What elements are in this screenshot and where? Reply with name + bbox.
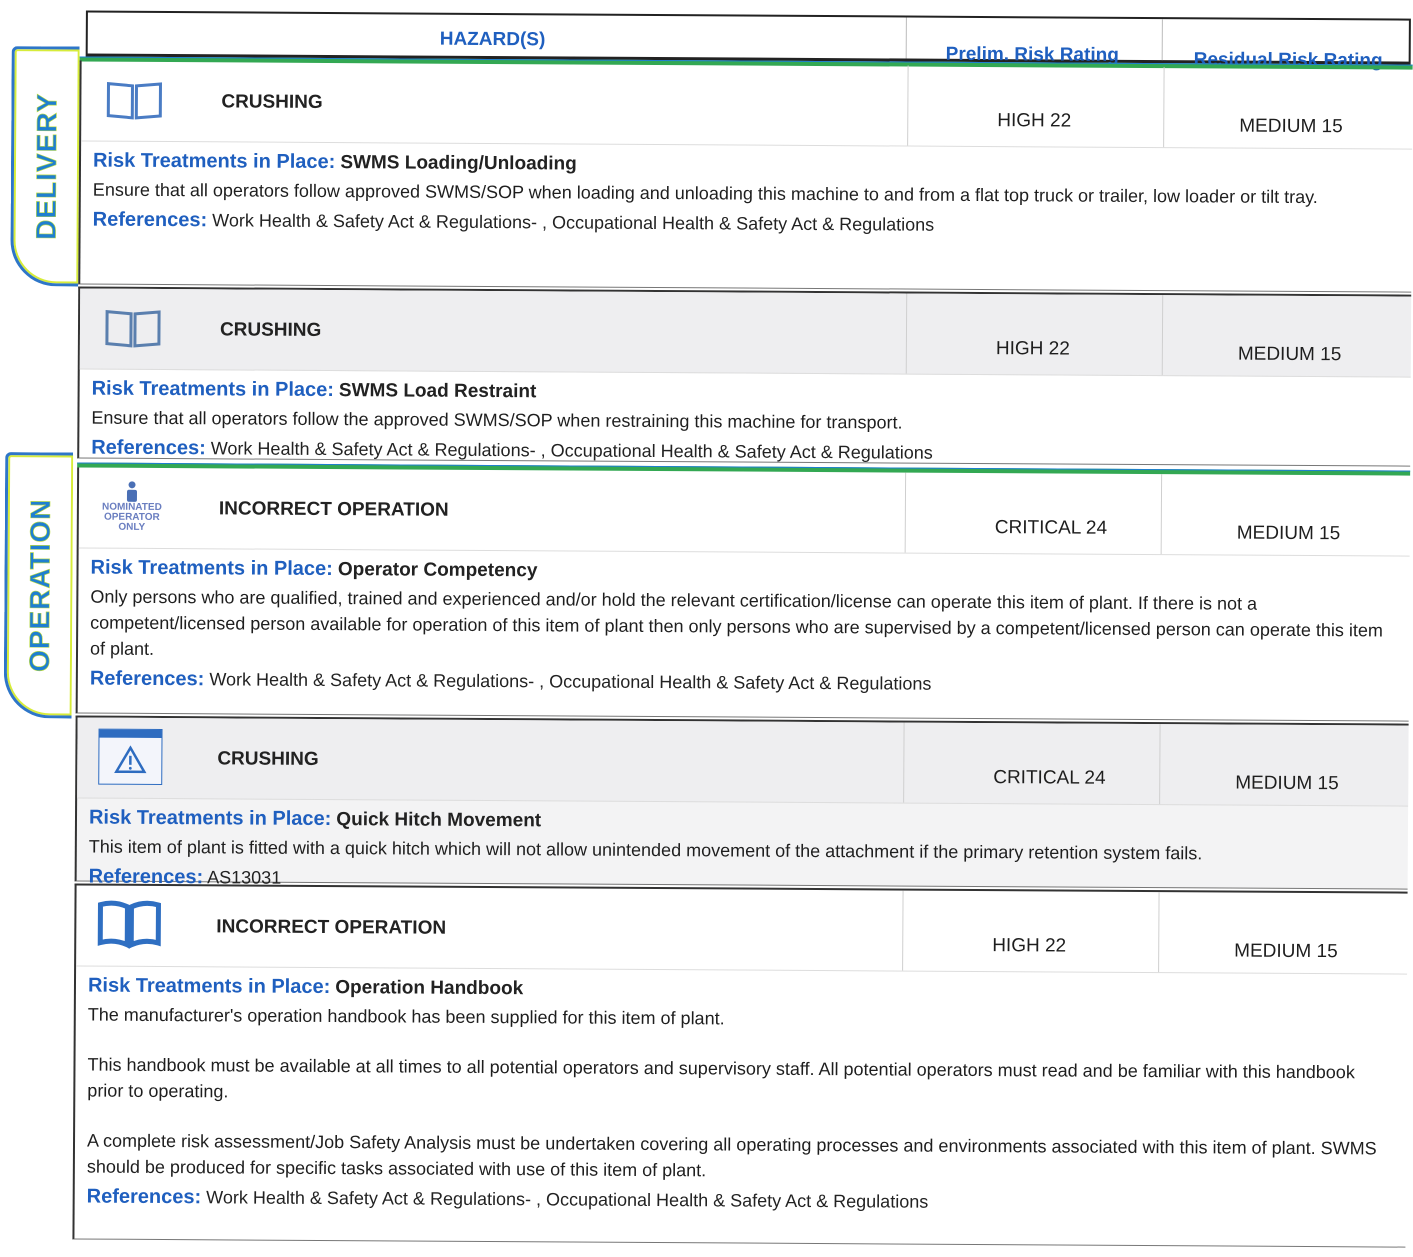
references-label: References: xyxy=(87,1186,202,1209)
residual-rating: MEDIUM 15 xyxy=(1237,523,1341,546)
residual-rating: MEDIUM 15 xyxy=(1235,773,1339,796)
hazard-body: Risk Treatments in Place: Operator Compe… xyxy=(78,548,1410,705)
references-label: References: xyxy=(90,668,205,691)
icon-text-line: ONLY xyxy=(102,523,162,533)
prelim-rating: CRITICAL 24 xyxy=(993,767,1105,790)
book-icon xyxy=(94,896,164,954)
treatment-name: SWMS Load Restraint xyxy=(339,380,537,402)
residual-rating: MEDIUM 15 xyxy=(1238,344,1342,367)
hazard-header: INCORRECT OPERATION HIGH 22 MEDIUM 15 xyxy=(76,885,1407,974)
nominated-operator-icon: NOMINATED OPERATOR ONLY xyxy=(97,478,167,536)
residual-rating: MEDIUM 15 xyxy=(1234,941,1338,964)
references-text: Work Health & Safety Act & Regulations- … xyxy=(206,1187,928,1211)
hazard-name: INCORRECT OPERATION xyxy=(219,498,449,521)
hazard-header: CRUSHING HIGH 22 MEDIUM 15 xyxy=(81,60,1412,149)
prelim-rating: HIGH 22 xyxy=(992,935,1066,957)
treatment-description: Ensure that all operators follow the app… xyxy=(91,405,1396,439)
risk-treatments-label: Risk Treatments in Place: xyxy=(88,975,330,998)
column-divider xyxy=(905,473,906,553)
hazard-header: CRUSHING HIGH 22 MEDIUM 15 xyxy=(80,288,1411,377)
references-label: References: xyxy=(93,209,208,232)
hazard-body: Risk Treatments in Place: SWMS Load Rest… xyxy=(79,369,1411,474)
section-label-operation: OPERATION xyxy=(23,498,56,672)
column-divider xyxy=(902,891,903,971)
hazard-header: CRUSHING CRITICAL 24 MEDIUM 15 xyxy=(77,717,1408,806)
hazard-body: Risk Treatments in Place: Operation Hand… xyxy=(75,966,1407,1223)
references-text: Work Health & Safety Act & Regulations- … xyxy=(212,210,934,234)
references-text: Work Health & Safety Act & Regulations- … xyxy=(209,669,931,693)
column-divider xyxy=(1161,474,1162,554)
prelim-rating: CRITICAL 24 xyxy=(995,517,1107,540)
treatment-description: Only persons who are qualified, trained … xyxy=(90,584,1395,670)
column-divider xyxy=(907,66,908,146)
hazard-name: INCORRECT OPERATION xyxy=(216,916,446,939)
table-header: HAZARD(S) Prelim. Risk Rating Residual R… xyxy=(86,11,1411,65)
references-text: Work Health & Safety Act & Regulations- … xyxy=(211,438,933,462)
treatment-name: SWMS Loading/Unloading xyxy=(340,152,577,174)
column-divider xyxy=(1158,892,1159,972)
hazard-row: CRUSHING CRITICAL 24 MEDIUM 15 Risk Trea… xyxy=(75,715,1409,889)
treatment-description: Ensure that all operators follow approve… xyxy=(93,177,1398,211)
hazard-row: NOMINATED OPERATOR ONLY INCORRECT OPERAT… xyxy=(76,467,1410,721)
column-divider xyxy=(903,723,904,803)
prelim-rating: HIGH 22 xyxy=(996,338,1070,360)
treatment-name: Operation Handbook xyxy=(335,977,523,999)
treatment-name: Quick Hitch Movement xyxy=(336,809,541,831)
risk-treatments-label: Risk Treatments in Place: xyxy=(92,378,334,401)
hazard-row: CRUSHING HIGH 22 MEDIUM 15 Risk Treatmen… xyxy=(78,60,1412,292)
risk-treatments-label: Risk Treatments in Place: xyxy=(90,557,332,580)
column-divider xyxy=(1162,295,1163,375)
hazard-name: CRUSHING xyxy=(221,91,322,114)
residual-rating: MEDIUM 15 xyxy=(1239,116,1343,139)
book-icon xyxy=(99,71,169,129)
section-label-delivery: DELIVERY xyxy=(30,93,63,240)
header-divider xyxy=(906,18,907,59)
treatment-description: The manufacturer's operation handbook ha… xyxy=(88,1002,1393,1036)
hazard-row: INCORRECT OPERATION HIGH 22 MEDIUM 15 Ri… xyxy=(72,883,1407,1247)
risk-treatments-label: Risk Treatments in Place: xyxy=(93,150,335,173)
hazard-body: Risk Treatments in Place: SWMS Loading/U… xyxy=(81,141,1413,246)
header-hazards: HAZARD(S) xyxy=(440,29,546,52)
treatment-name: Operator Competency xyxy=(338,559,538,581)
section-tab-operation: OPERATION xyxy=(4,452,74,718)
column-divider xyxy=(906,294,907,374)
references-label: References: xyxy=(91,437,206,460)
book-icon xyxy=(98,299,168,357)
column-divider xyxy=(1163,67,1164,147)
section-tab-delivery: DELIVERY xyxy=(10,46,79,286)
treatment-description: A complete risk assessment/Job Safety An… xyxy=(87,1128,1392,1188)
prelim-rating: HIGH 22 xyxy=(997,110,1071,132)
warning-card-icon xyxy=(95,728,165,786)
hazard-name: CRUSHING xyxy=(217,748,318,771)
treatment-description: This item of plant is fitted with a quic… xyxy=(89,834,1394,868)
header-divider xyxy=(1162,19,1163,60)
hazard-row: CRUSHING HIGH 22 MEDIUM 15 Risk Treatmen… xyxy=(77,286,1411,466)
treatment-description: This handbook must be available at all t… xyxy=(87,1052,1392,1112)
hazard-name: CRUSHING xyxy=(220,319,321,342)
risk-assessment-sheet: HAZARD(S) Prelim. Risk Rating Residual R… xyxy=(0,0,1413,1257)
column-divider xyxy=(1159,724,1160,804)
hazard-header: NOMINATED OPERATOR ONLY INCORRECT OPERAT… xyxy=(79,467,1410,556)
risk-treatments-label: Risk Treatments in Place: xyxy=(89,807,331,830)
